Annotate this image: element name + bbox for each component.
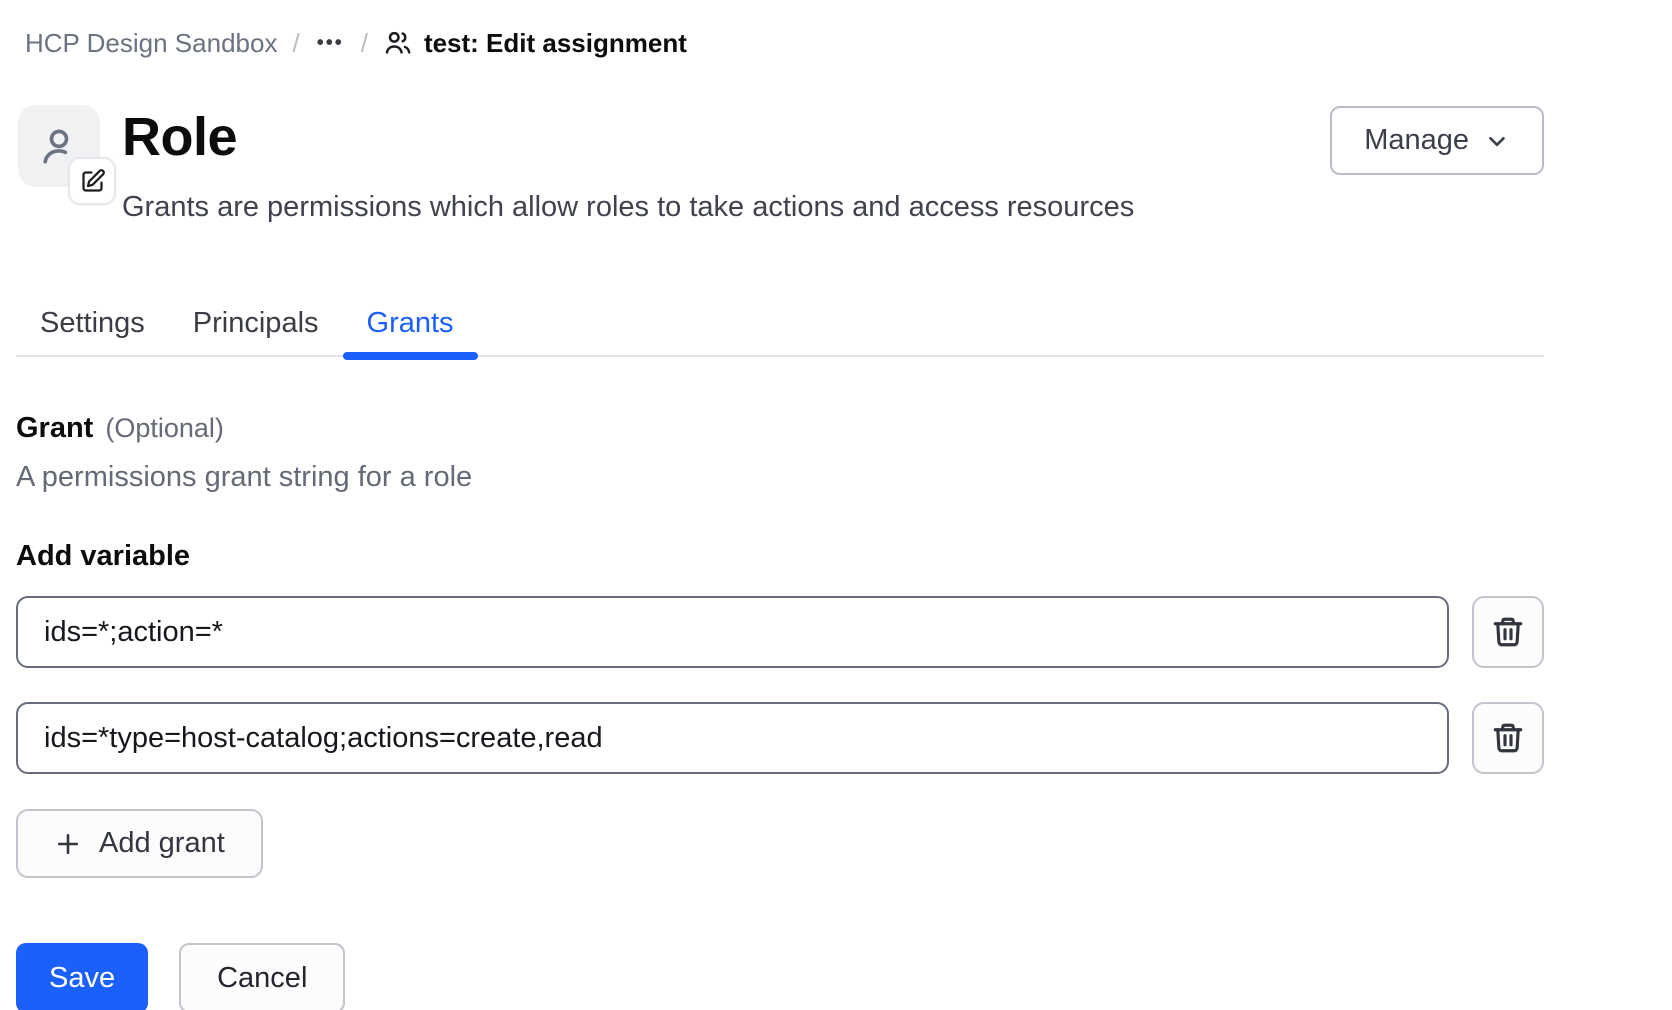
form-actions: Save Cancel [16,943,1544,1010]
grant-field-label: Grant [16,412,93,445]
breadcrumb-separator: / [292,28,299,59]
breadcrumb-root-link[interactable]: HCP Design Sandbox [25,28,277,59]
delete-grant-1-button[interactable] [1472,596,1544,668]
trash-icon [1490,614,1526,650]
tab-bar: Settings Principals Grants [16,291,1544,357]
add-grant-button-label: Add grant [99,827,225,860]
save-button[interactable]: Save [16,943,148,1010]
manage-button-label: Manage [1364,124,1469,157]
edit-avatar-button[interactable] [68,157,116,205]
edit-icon [79,168,106,195]
add-grant-button[interactable]: Add grant [16,809,263,878]
manage-button[interactable]: Manage [1330,106,1544,175]
users-icon [383,28,413,58]
chevron-down-icon [1484,128,1510,154]
breadcrumb-ellipsis-button[interactable]: ••• [315,32,346,55]
add-variable-label: Add variable [16,540,1544,573]
cancel-button[interactable]: Cancel [179,943,345,1010]
breadcrumb-current: test: Edit assignment [383,28,687,59]
title-block: Role Grants are permissions which allow … [122,105,1134,222]
page-header: Role Grants are permissions which allow … [18,105,1544,222]
tab-principals[interactable]: Principals [169,291,343,355]
grant-field-label-row: Grant (Optional) [16,412,1544,445]
plus-icon [54,830,82,858]
grant-helper-text: A permissions grant string for a role [16,461,1544,494]
grant-input-1[interactable] [16,596,1449,668]
page-title: Role [122,109,1134,165]
breadcrumb-current-label: test: Edit assignment [424,28,687,59]
grant-row [16,702,1544,774]
tab-grants[interactable]: Grants [343,291,478,355]
grant-row [16,596,1544,668]
delete-grant-2-button[interactable] [1472,702,1544,774]
tab-settings[interactable]: Settings [16,291,169,355]
grant-input-2[interactable] [16,702,1449,774]
breadcrumb-separator: / [361,28,368,59]
trash-icon [1490,720,1526,756]
grant-optional-tag: (Optional) [105,413,224,444]
role-grants-page: HCP Design Sandbox / ••• / test: Edit as… [0,27,1672,1010]
breadcrumb: HCP Design Sandbox / ••• / test: Edit as… [25,27,1544,59]
page-description: Grants are permissions which allow roles… [122,192,1134,222]
role-avatar-wrap [18,105,100,187]
